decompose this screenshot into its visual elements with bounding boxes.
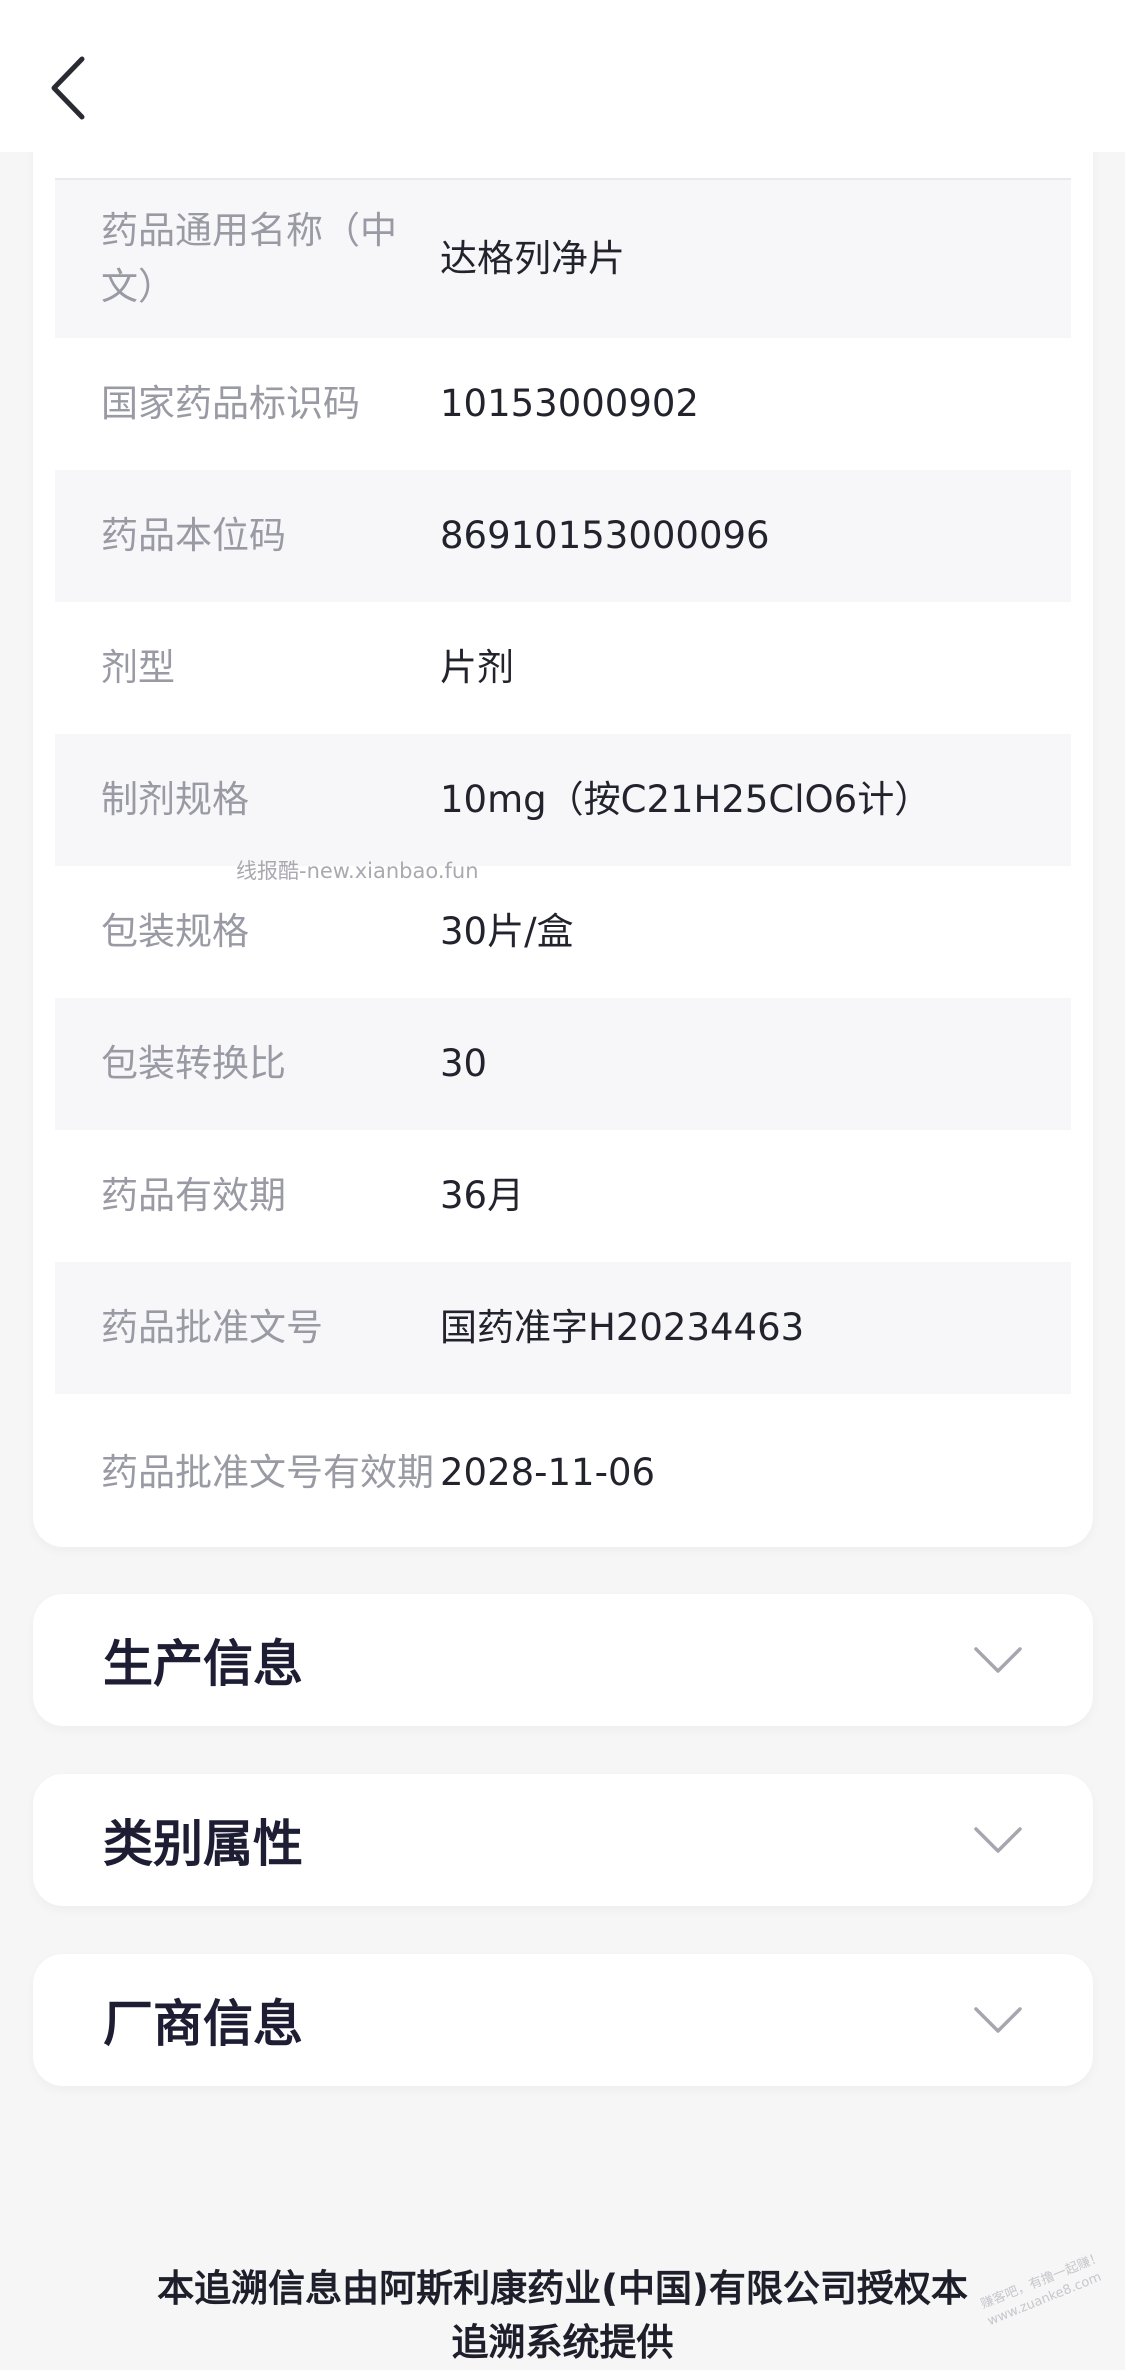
top-nav-bar <box>0 0 1125 152</box>
info-row-value: 国药准字H20234463 <box>440 1306 805 1349</box>
back-button[interactable] <box>36 48 100 128</box>
section-title: 类别属性 <box>103 1815 303 1873</box>
footer-source-text: 本追溯信息由阿斯利康药业(中国)有限公司授权本追溯系统提供 <box>157 2267 968 2364</box>
info-row-package-spec: 包装规格 30片/盒 <box>55 866 1071 998</box>
section-category-attributes[interactable]: 类别属性 <box>33 1774 1093 1906</box>
info-row-value: 30片/盒 <box>440 910 574 953</box>
chevron-down-icon <box>974 1647 1022 1673</box>
section-production-info[interactable]: 生产信息 <box>33 1594 1093 1726</box>
section-manufacturer-info[interactable]: 厂商信息 <box>33 1954 1093 2086</box>
info-row-value: 达格列净片 <box>440 237 625 280</box>
info-row-shelf-life: 药品有效期 36月 <box>55 1130 1071 1262</box>
info-row-value: 10mg（按C21H25ClO6计） <box>440 778 932 821</box>
drug-info-list: 药品通用名称（中文） 达格列净片 国家药品标识码 10153000902 药品本… <box>55 180 1071 1552</box>
info-row-label: 药品有效期 <box>101 1174 286 1217</box>
info-row-label: 药品通用名称（中文） <box>101 209 397 308</box>
chevron-down-icon <box>974 1827 1022 1853</box>
info-row-approval-validity: 药品批准文号有效期 2028-11-06 <box>55 1394 1071 1552</box>
section-title: 生产信息 <box>103 1635 303 1693</box>
info-row-value: 2028-11-06 <box>440 1451 656 1494</box>
info-row-specification: 制剂规格 10mg（按C21H25ClO6计） <box>55 734 1071 866</box>
info-row-label: 剂型 <box>101 646 175 689</box>
info-row-label: 药品本位码 <box>101 514 286 557</box>
info-row-national-code: 国家药品标识码 10153000902 <box>55 338 1071 470</box>
info-row-value: 86910153000096 <box>440 514 770 557</box>
info-row-label: 制剂规格 <box>101 778 249 821</box>
info-row-label: 包装规格 <box>101 910 249 953</box>
info-row-label: 国家药品标识码 <box>101 382 360 425</box>
info-row-label: 药品批准文号 <box>101 1306 323 1349</box>
info-row-approval-number: 药品批准文号 国药准字H20234463 <box>55 1262 1071 1394</box>
info-row-conversion-ratio: 包装转换比 30 <box>55 998 1071 1130</box>
section-title: 厂商信息 <box>103 1995 303 2053</box>
info-row-label: 药品批准文号有效期 <box>101 1451 434 1494</box>
info-row-value: 36月 <box>440 1174 525 1217</box>
info-row-value: 30 <box>440 1042 488 1085</box>
info-row-standard-code: 药品本位码 86910153000096 <box>55 470 1071 602</box>
info-row-generic-name: 药品通用名称（中文） 达格列净片 <box>55 180 1071 338</box>
chevron-left-icon <box>51 56 85 120</box>
info-row-dosage-form: 剂型 片剂 <box>55 602 1071 734</box>
info-row-value: 10153000902 <box>440 382 699 425</box>
drug-info-card: 药品通用名称（中文） 达格列净片 国家药品标识码 10153000902 药品本… <box>33 100 1093 1547</box>
info-row-label: 包装转换比 <box>101 1042 286 1085</box>
corner-watermark: 赚客吧，有撸一起赚！ www.zuanke8.com <box>978 2249 1105 2330</box>
chevron-down-icon <box>974 2007 1022 2033</box>
info-row-value: 片剂 <box>440 646 514 689</box>
watermark-text: 线报酷-new.xianbao.fun <box>236 859 479 883</box>
